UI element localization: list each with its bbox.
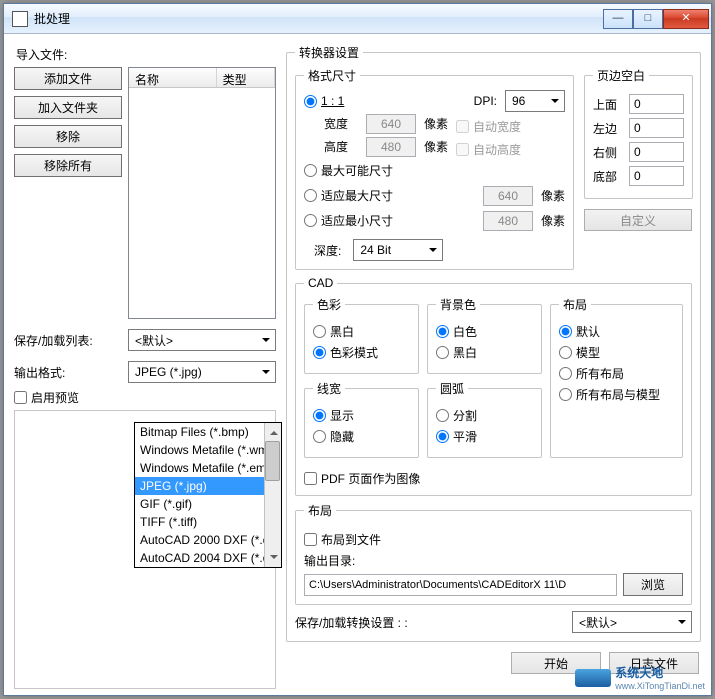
dpi-combo[interactable]: 96	[505, 90, 565, 112]
radio-arc-smooth[interactable]	[436, 430, 449, 443]
dropdown-option[interactable]: AutoCAD 2004 DXF (*.dxf)	[135, 549, 281, 567]
converter-legend: 转换器设置	[295, 44, 363, 61]
output-format-dropdown[interactable]: Bitmap Files (*.bmp)Windows Metafile (*.…	[134, 422, 282, 568]
output-dir-label: 输出目录:	[304, 552, 683, 569]
output-layout-group: 布局 布局到文件 输出目录: 浏览	[295, 502, 692, 605]
auto-width-checkbox	[456, 120, 469, 133]
add-folder-button[interactable]: 加入文件夹	[14, 96, 122, 119]
radio-color-mode[interactable]	[313, 346, 326, 359]
app-icon	[12, 11, 28, 27]
enable-preview-checkbox[interactable]	[14, 391, 27, 404]
radio-layout-model[interactable]	[559, 346, 572, 359]
save-load-settings-combo[interactable]: <默认>	[572, 611, 692, 633]
depth-combo[interactable]: 24 Bit	[353, 239, 443, 261]
margin-group: 页边空白 上面 左边 右侧 底部	[584, 67, 693, 199]
dropdown-option[interactable]: TIFF (*.tiff)	[135, 513, 281, 531]
output-dir-input[interactable]	[304, 574, 617, 596]
remove-button[interactable]: 移除	[14, 125, 122, 148]
dropdown-option[interactable]: AutoCAD 2000 DXF (*.dxf)	[135, 531, 281, 549]
radio-layout-all-model[interactable]	[559, 388, 572, 401]
add-file-button[interactable]: 添加文件	[14, 67, 122, 90]
margin-top-input[interactable]	[629, 94, 684, 114]
dropdown-option[interactable]: Bitmap Files (*.bmp)	[135, 423, 281, 441]
margin-bottom-input[interactable]	[629, 166, 684, 186]
radio-lw-hide[interactable]	[313, 430, 326, 443]
window: 批处理 — □ ✕ 导入文件: 添加文件 加入文件夹 移除 移除所有 名称 类型	[3, 3, 712, 696]
radio-1to1[interactable]	[304, 95, 317, 108]
right-panel: 转换器设置 格式尺寸 1 : 1 DPI: 96 宽度 像素	[286, 44, 701, 689]
col-name[interactable]: 名称	[129, 68, 217, 87]
layout-to-file-checkbox[interactable]	[304, 533, 317, 546]
save-load-settings-label: 保存/加载转换设置 : :	[295, 614, 408, 631]
radio-max-possible[interactable]	[304, 164, 317, 177]
radio-color-bw[interactable]	[313, 325, 326, 338]
radio-bg-white[interactable]	[436, 325, 449, 338]
fit-min-input[interactable]	[483, 211, 533, 231]
width-input[interactable]	[366, 114, 416, 134]
left-panel: 导入文件: 添加文件 加入文件夹 移除 移除所有 名称 类型 保存/加载列表:	[14, 44, 276, 689]
margin-left-input[interactable]	[629, 118, 684, 138]
titlebar[interactable]: 批处理 — □ ✕	[4, 4, 711, 34]
format-size-group: 格式尺寸 1 : 1 DPI: 96 宽度 像素 自动宽度	[295, 67, 574, 270]
radio-lw-show[interactable]	[313, 409, 326, 422]
close-button[interactable]: ✕	[663, 9, 709, 29]
dropdown-option[interactable]: Windows Metafile (*.emf)	[135, 459, 281, 477]
radio-layout-default[interactable]	[559, 325, 572, 338]
watermark-logo-icon	[575, 669, 611, 687]
dpi-label: DPI:	[474, 94, 497, 108]
scrollbar-thumb[interactable]	[265, 441, 280, 481]
save-load-list-combo[interactable]: <默认>	[128, 329, 276, 351]
fit-max-input[interactable]	[483, 186, 533, 206]
pdf-as-image-checkbox[interactable]	[304, 472, 317, 485]
window-title: 批处理	[34, 10, 603, 27]
dropdown-option[interactable]: JPEG (*.jpg)	[135, 477, 281, 495]
depth-label: 深度:	[314, 242, 341, 259]
margin-right-input[interactable]	[629, 142, 684, 162]
enable-preview-label: 启用预览	[31, 389, 79, 406]
dropdown-option[interactable]: GIF (*.gif)	[135, 495, 281, 513]
custom-button[interactable]: 自定义	[584, 209, 692, 231]
radio-fit-min[interactable]	[304, 214, 317, 227]
maximize-button[interactable]: □	[633, 9, 663, 29]
cad-group: CAD 色彩 黑白 色彩模式 线宽 显示 隐藏	[295, 276, 692, 496]
converter-settings: 转换器设置 格式尺寸 1 : 1 DPI: 96 宽度 像素	[286, 44, 701, 642]
remove-all-button[interactable]: 移除所有	[14, 154, 122, 177]
file-list[interactable]: 名称 类型	[128, 67, 276, 319]
radio-bg-black[interactable]	[436, 346, 449, 359]
radio-fit-max[interactable]	[304, 189, 317, 202]
radio-layout-all[interactable]	[559, 367, 572, 380]
minimize-button[interactable]: —	[603, 9, 633, 29]
auto-height-checkbox	[456, 143, 469, 156]
import-label: 导入文件:	[16, 46, 276, 63]
height-input[interactable]	[366, 137, 416, 157]
browse-button[interactable]: 浏览	[623, 573, 683, 596]
save-load-list-label: 保存/加载列表:	[14, 332, 122, 349]
col-type[interactable]: 类型	[217, 68, 275, 87]
radio-arc-split[interactable]	[436, 409, 449, 422]
watermark: 系统天地 www.XiTongTianDi.net	[575, 664, 705, 691]
output-format-combo[interactable]: JPEG (*.jpg)	[128, 361, 276, 383]
dropdown-option[interactable]: Windows Metafile (*.wmf)	[135, 441, 281, 459]
output-format-label: 输出格式:	[14, 364, 122, 381]
